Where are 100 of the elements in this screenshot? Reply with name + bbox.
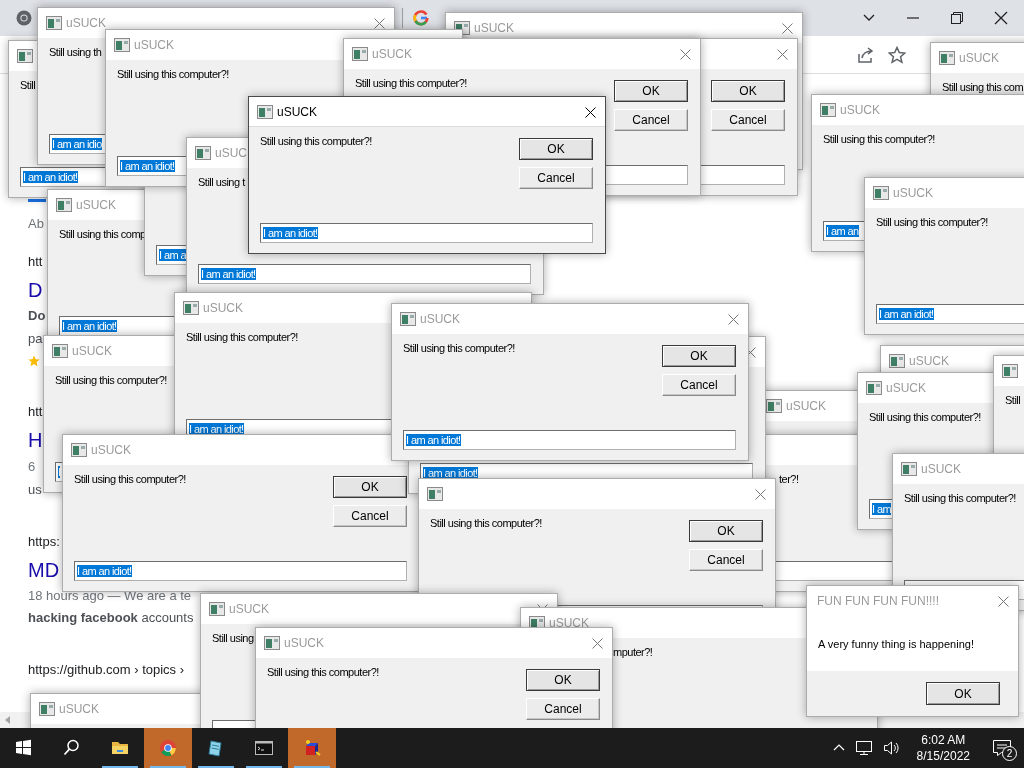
window-icon (901, 462, 917, 476)
window-icon (820, 103, 836, 117)
window-icon (17, 49, 33, 63)
browser-logo-icon[interactable] (159, 739, 177, 757)
notepad-icon[interactable] (207, 739, 225, 757)
search-icon[interactable] (63, 739, 81, 757)
text-field[interactable]: I am an idiot! (74, 561, 407, 581)
window-icon (873, 186, 889, 200)
result-snippet: Do (28, 308, 46, 323)
window-icon (889, 354, 905, 368)
window-title: uSUCK (277, 105, 317, 119)
result-date: Ab (28, 216, 44, 231)
folder-icon[interactable] (111, 739, 129, 757)
result-url: htt (28, 254, 43, 269)
window-icon (352, 47, 368, 61)
window-title: uSUCK (284, 636, 324, 650)
window-title: uSUCK (921, 462, 961, 476)
result-date: 6 (28, 459, 36, 474)
window-title: uSUCK (840, 103, 880, 117)
tab-underline (28, 199, 46, 202)
window-title: FUN FUN FUN FUN!!!! (817, 594, 939, 608)
ok-button[interactable]: OK (926, 682, 1000, 705)
window-title: uSUCK (229, 602, 269, 616)
cancel-button[interactable]: Cancel (689, 549, 763, 571)
window-title: uSUCK (549, 616, 589, 630)
terminal-icon[interactable] (255, 739, 273, 757)
clock-date[interactable]: 8/15/2022 (916, 748, 970, 764)
ok-button[interactable]: OK (333, 476, 407, 498)
ok-button[interactable]: OK (662, 345, 736, 367)
network-icon[interactable] (854, 740, 873, 756)
window-icon (400, 312, 416, 326)
cancel-button[interactable]: Cancel (662, 374, 736, 396)
share-icon[interactable] (856, 45, 874, 64)
window-icon (939, 51, 955, 65)
result-link[interactable]: H (28, 429, 43, 452)
result-url: htt (28, 404, 43, 419)
result-url: https: (28, 534, 60, 549)
result-snippet: hacking facebook accounts (28, 610, 194, 625)
window-icon (46, 16, 62, 30)
notification-icon[interactable] (992, 739, 1012, 757)
ok-button[interactable]: OK (526, 669, 600, 691)
text-field[interactable]: I am an idiot! (876, 304, 1024, 324)
window-icon (195, 146, 211, 160)
cancel-button[interactable]: Cancel (614, 109, 688, 131)
window-icon (183, 301, 199, 315)
cancel-button[interactable]: Cancel (526, 698, 600, 720)
window-icon (257, 105, 273, 119)
dialog-message: ter?! (779, 473, 799, 485)
dialog-message: Still using this computer?! (403, 342, 515, 354)
star-icon[interactable] (888, 45, 906, 64)
dialog-message: Still using th (49, 46, 102, 58)
cancel-button[interactable]: Cancel (333, 505, 407, 527)
result-link[interactable]: MD (28, 559, 60, 582)
window-title: uSUC (215, 146, 247, 160)
dialog-message: Still using this computer?! (260, 135, 372, 147)
dialog-message: Still using this computer?! (355, 77, 467, 89)
dialog-message: Still using this computer?! (869, 411, 981, 423)
window-icon (71, 443, 87, 457)
dialog-message: mputer?! (613, 646, 653, 658)
dialog-message: Still (20, 79, 36, 91)
cancel-button[interactable]: Cancel (711, 109, 785, 131)
dialog-message: Still (1005, 394, 1021, 406)
logo-icon (413, 10, 429, 26)
ok-button[interactable]: OK (614, 80, 688, 102)
window-title: uSUCK (91, 443, 131, 457)
dialog-message: Still using this computer?! (55, 374, 167, 386)
text-field[interactable]: I am an idiot! (403, 430, 736, 450)
cancel-button[interactable]: Cancel (519, 167, 593, 189)
window-title: uSUCK (76, 198, 116, 212)
window-icon (39, 702, 55, 716)
window-title: uSUCK (203, 301, 243, 315)
result-link[interactable]: D (28, 279, 43, 302)
window-title: uSUCK (886, 381, 926, 395)
cube-icon[interactable] (303, 739, 321, 757)
result-url: https://github.com › topics › (28, 662, 185, 677)
window-title: uSUCK (786, 399, 826, 413)
dialog-message: Still using this computer?! (74, 473, 186, 485)
close-icon[interactable] (994, 11, 1008, 25)
restore-icon[interactable] (950, 11, 964, 25)
text-field[interactable]: I am an idiot! (260, 223, 593, 243)
clock-time[interactable]: 6:02 AM (921, 732, 966, 748)
dialog-message: Still using this computer?! (823, 133, 935, 145)
window-icon (209, 602, 225, 616)
browser-logo-icon (16, 10, 32, 26)
ok-button[interactable]: OK (519, 138, 593, 160)
window-icon (264, 636, 280, 650)
windows-logo-icon[interactable] (15, 739, 33, 757)
window-title: uSUCK (59, 702, 99, 716)
dialog-message: Still using (212, 632, 254, 644)
window-icon (56, 198, 72, 212)
dialog-message: A very funny thing is happening! (818, 638, 974, 650)
text-field[interactable]: I am an idiot! (198, 264, 531, 284)
volume-icon[interactable] (882, 740, 901, 756)
window-title: uSUCK (134, 38, 174, 52)
close-icon[interactable] (585, 106, 596, 118)
dialog-message: Still using this computer?! (267, 666, 379, 678)
ok-button[interactable]: OK (689, 520, 763, 542)
window-icon (52, 344, 68, 358)
dialog-message: Still using this computer?! (117, 68, 229, 80)
ok-button[interactable]: OK (711, 80, 785, 102)
